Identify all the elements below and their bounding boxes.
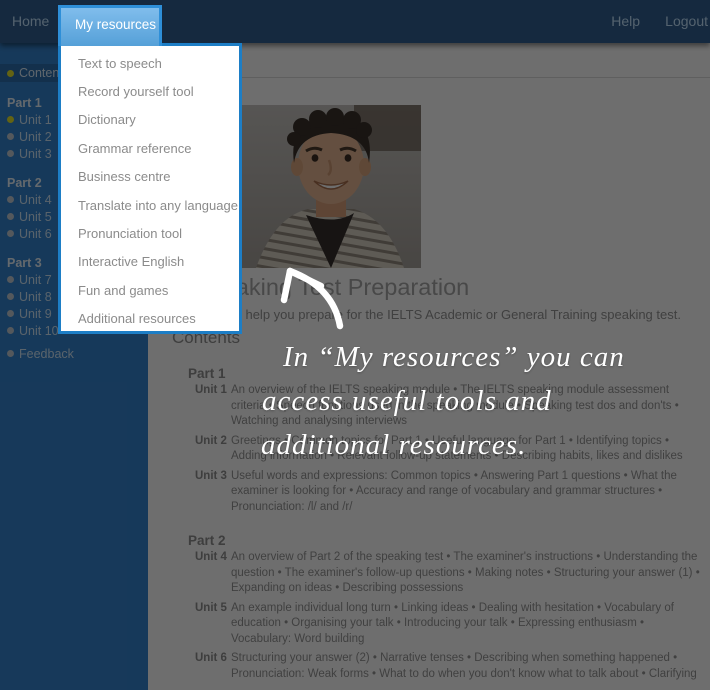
menu-item-label: Grammar reference <box>78 141 191 156</box>
menu-item-label: Record yourself tool <box>78 84 194 99</box>
menu-item-label: Translate into any language <box>78 198 238 213</box>
menu-item-label: Text to speech <box>78 56 162 71</box>
menu-item-list: Text to speech Record yourself tool Dict… <box>61 49 239 333</box>
menu-item[interactable]: Text to speech <box>61 49 239 77</box>
menu-item[interactable]: Fun and games <box>61 276 239 304</box>
menu-item[interactable]: Record yourself tool <box>61 77 239 105</box>
menu-item[interactable]: Dictionary <box>61 106 239 134</box>
tour-text-line: In “My resources” you can <box>283 341 625 374</box>
tour-text-line: additional resources. <box>261 429 526 462</box>
tab-my-resources[interactable]: My resources <box>58 5 162 46</box>
menu-item[interactable]: Business centre <box>61 163 239 191</box>
menu-item-label: Business centre <box>78 169 171 184</box>
my-resources-menu: Text to speech Record yourself tool Dict… <box>58 43 242 334</box>
menu-item[interactable]: Pronunciation tool <box>61 219 239 247</box>
menu-item[interactable]: Grammar reference <box>61 134 239 162</box>
menu-item-label: Interactive English <box>78 254 184 269</box>
menu-item-label: Pronunciation tool <box>78 226 182 241</box>
tour-text-line: access useful tools and <box>262 385 552 418</box>
menu-item-label: Fun and games <box>78 283 168 298</box>
menu-item[interactable]: Interactive English <box>61 248 239 276</box>
menu-item[interactable]: Additional resources <box>61 305 239 333</box>
app-window: Home Help Logout Contents Part 1 Unit 1 <box>0 0 710 690</box>
menu-item[interactable]: Translate into any language <box>61 191 239 219</box>
menu-item-label: Additional resources <box>78 311 196 326</box>
menu-item-label: Dictionary <box>78 112 136 127</box>
